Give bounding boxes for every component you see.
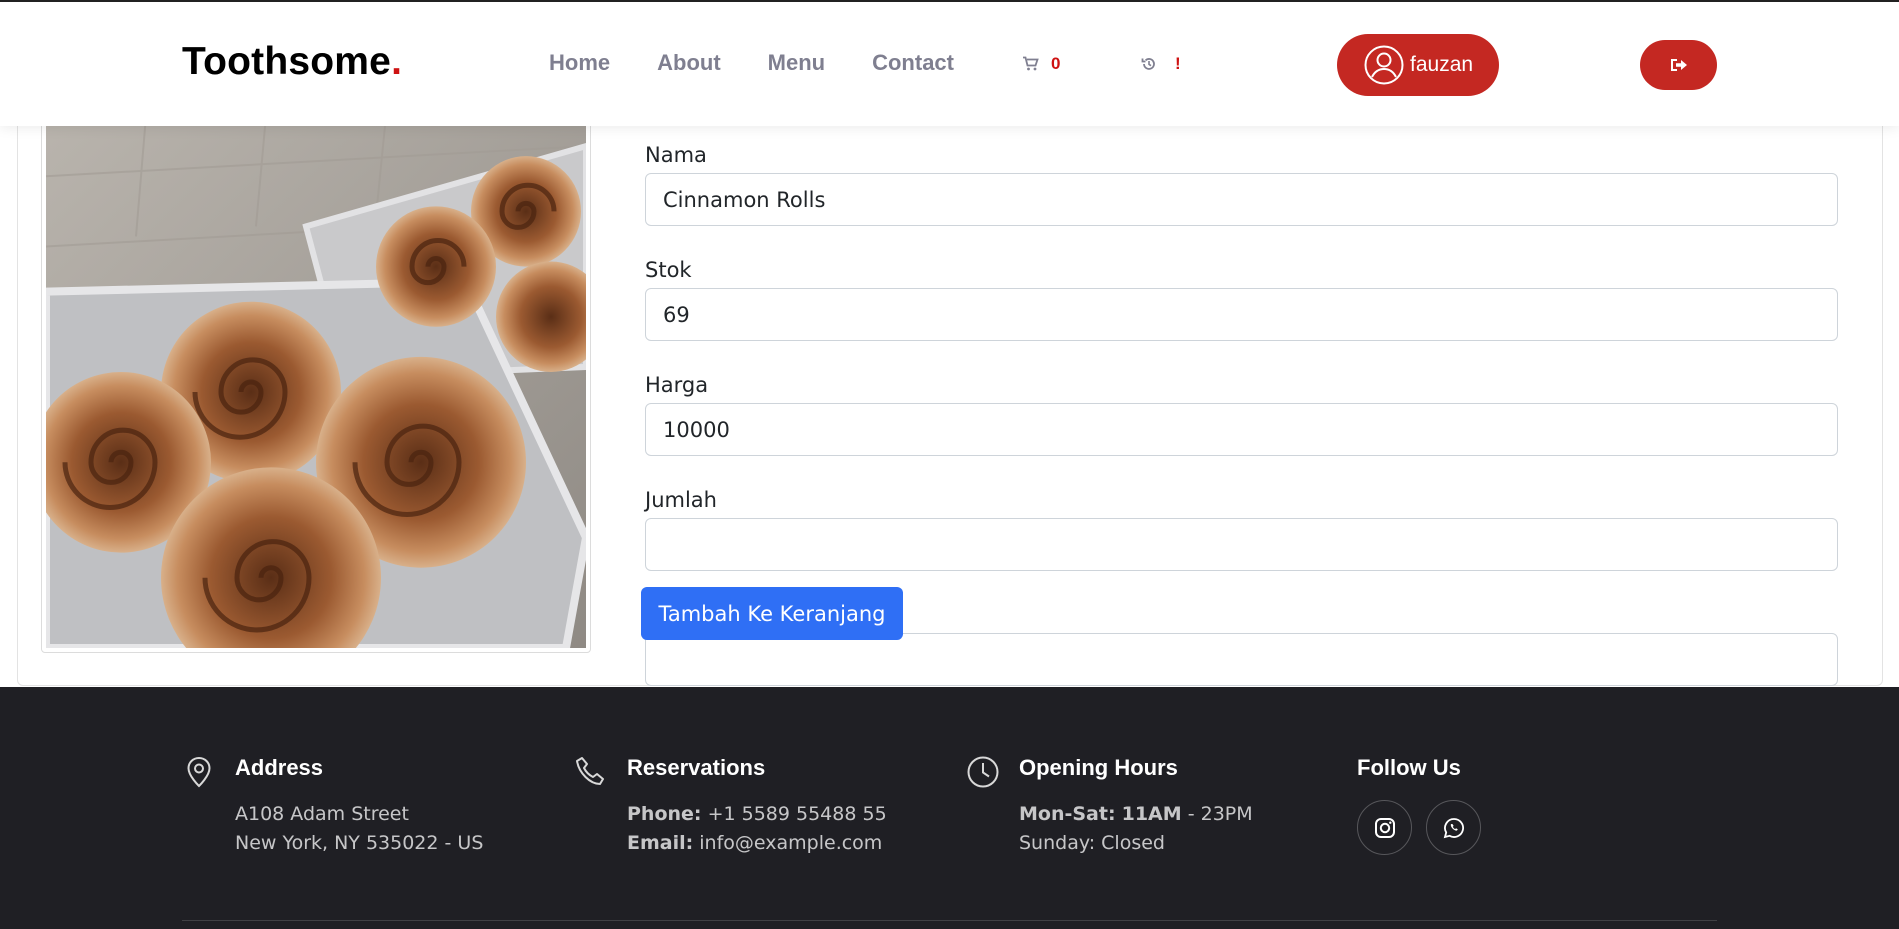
address-line-2: New York, NY 535022 - US <box>235 832 484 854</box>
cart-link[interactable]: 0 <box>1023 54 1060 74</box>
nav-contact[interactable]: Contact <box>872 50 954 76</box>
total-harga-input[interactable] <box>645 633 1838 686</box>
instagram-icon <box>1374 817 1395 838</box>
whatsapp-link[interactable] <box>1426 800 1481 855</box>
main-nav: Home About Menu Contact <box>549 50 954 76</box>
harga-label: Harga <box>645 373 709 397</box>
logo-dot: . <box>391 40 403 83</box>
phone-label: Phone: <box>627 803 702 825</box>
email-value[interactable]: info@example.com <box>699 832 882 854</box>
hours-title: Opening Hours <box>1019 755 1178 780</box>
stok-label: Stok <box>645 258 692 282</box>
user-name: fauzan <box>1410 53 1474 76</box>
jumlah-label: Jumlah <box>645 488 717 512</box>
site-header: Toothsome. Home About Menu Contact 0 ! f… <box>0 2 1899 126</box>
phone-value[interactable]: +1 5589 55488 55 <box>708 803 887 825</box>
phone-icon <box>576 757 604 785</box>
sunday-hours: Sunday: Closed <box>1019 832 1165 854</box>
whatsapp-icon <box>1443 817 1464 838</box>
history-icon <box>1141 58 1155 70</box>
weekday-close: - 23PM <box>1187 803 1253 825</box>
product-image-frame <box>41 111 591 653</box>
reservations-title: Reservations <box>627 755 766 780</box>
follow-title: Follow Us <box>1357 755 1461 780</box>
logout-icon <box>1670 59 1687 71</box>
nama-input[interactable]: Cinnamon Rolls <box>645 173 1838 226</box>
logo-text[interactable]: Toothsome <box>182 40 391 83</box>
logo[interactable]: Toothsome. <box>182 40 402 84</box>
map-pin-icon <box>187 756 211 788</box>
weekday-label: Mon-Sat: <box>1019 803 1116 825</box>
nav-menu[interactable]: Menu <box>768 50 825 76</box>
history-badge: ! <box>1175 54 1181 73</box>
cart-icon <box>1023 56 1039 71</box>
nav-about[interactable]: About <box>657 50 721 76</box>
history-link[interactable]: ! <box>1141 54 1181 74</box>
product-image <box>46 116 586 648</box>
address-line-1: A108 Adam Street <box>235 803 409 825</box>
email-label: Email: <box>627 832 694 854</box>
nav-home[interactable]: Home <box>549 50 610 76</box>
add-to-cart-button[interactable]: Tambah Ke Keranjang <box>641 587 903 640</box>
footer-divider <box>182 920 1717 921</box>
clock-icon <box>967 756 999 788</box>
logout-button[interactable] <box>1640 40 1717 90</box>
instagram-link[interactable] <box>1357 800 1412 855</box>
social-links <box>1357 800 1481 855</box>
weekday-open: 11AM <box>1121 803 1182 825</box>
cart-count: 0 <box>1051 54 1061 73</box>
site-footer: Address A108 Adam Street New York, NY 53… <box>0 687 1899 929</box>
address-title: Address <box>235 755 324 780</box>
user-profile-button[interactable]: fauzan <box>1337 34 1499 96</box>
jumlah-input[interactable] <box>645 518 1838 571</box>
harga-input[interactable]: 10000 <box>645 403 1838 456</box>
nama-label: Nama <box>645 143 707 167</box>
product-card: Nama Cinnamon Rolls Stok 69 Harga 10000 … <box>17 100 1883 686</box>
user-avatar-icon <box>1364 45 1404 85</box>
stok-input[interactable]: 69 <box>645 288 1838 341</box>
